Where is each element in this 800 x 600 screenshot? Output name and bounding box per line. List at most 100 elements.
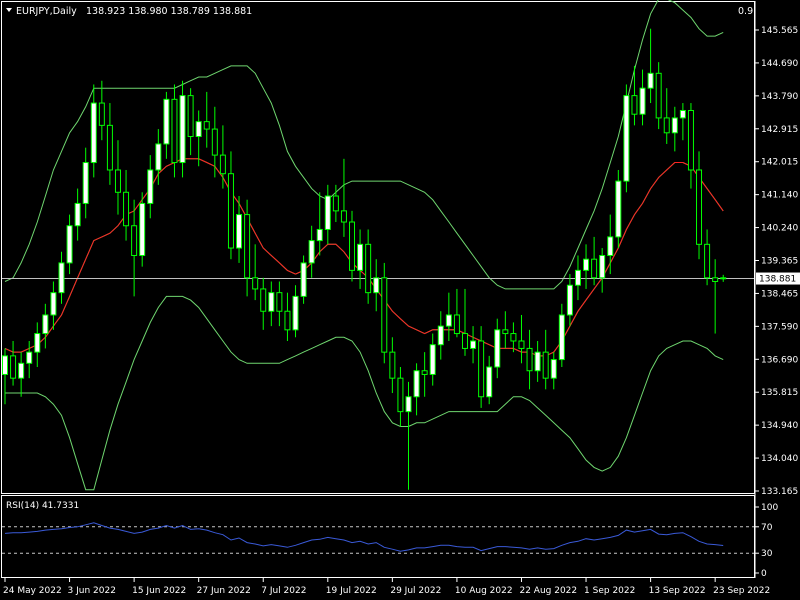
candle-body	[34, 333, 41, 353]
candle-body	[349, 221, 356, 271]
candle-body	[470, 340, 477, 349]
candle	[623, 84, 630, 193]
candle	[308, 225, 315, 278]
candle-body	[66, 225, 73, 264]
price-tick-label: 142.015	[761, 158, 798, 168]
time-tick-label: 27 Jun 2022	[197, 586, 251, 596]
candle	[550, 352, 557, 390]
candle-body	[82, 162, 89, 204]
candle	[74, 188, 81, 241]
candle-body	[486, 366, 493, 398]
candle	[18, 352, 25, 397]
candle-body	[163, 98, 170, 145]
candle	[453, 288, 460, 338]
candle-body	[268, 292, 275, 312]
candle	[405, 381, 412, 490]
candle	[106, 103, 113, 185]
candle	[252, 244, 259, 301]
price-tick-label: 141.140	[761, 191, 798, 201]
candle	[647, 28, 654, 104]
candle	[558, 303, 565, 368]
candle	[518, 314, 525, 364]
candle	[187, 88, 194, 156]
candle	[50, 281, 57, 330]
candle-body	[357, 243, 364, 271]
rsi-panel-frame	[1, 495, 755, 578]
candle-body	[98, 102, 105, 126]
candle	[389, 337, 396, 394]
candle	[268, 281, 275, 327]
candle	[340, 158, 347, 237]
candle-body	[114, 169, 121, 193]
dropdown-triangle-icon[interactable]	[6, 8, 12, 12]
candle	[131, 199, 138, 297]
candle-body	[147, 169, 154, 204]
candle-body	[518, 340, 525, 349]
candle	[349, 210, 356, 282]
candle-body	[340, 210, 347, 223]
candle-body	[171, 98, 178, 164]
candle-body	[106, 124, 113, 171]
candle	[82, 147, 89, 219]
corner-value: 0.9	[738, 6, 753, 17]
time-tick-label: 23 Sep 2022	[713, 586, 770, 596]
time-tick-label: 3 Jun 2022	[68, 586, 116, 596]
candle-body	[655, 72, 662, 119]
candle-body	[437, 325, 444, 346]
candle-body	[276, 292, 283, 312]
candle-body	[26, 351, 33, 364]
price-tick-label: 134.040	[761, 454, 798, 464]
candle	[324, 184, 331, 245]
candle	[292, 285, 299, 338]
price-tick-label: 143.790	[761, 92, 798, 102]
time-tick-label: 29 Jul 2022	[390, 586, 441, 596]
candle	[413, 363, 420, 416]
candle	[381, 262, 388, 364]
candle	[712, 259, 719, 334]
candle	[574, 255, 581, 301]
price-tick-label: 134.940	[761, 421, 798, 431]
candle	[445, 292, 452, 341]
main-panel-frame	[1, 1, 755, 494]
candle	[696, 151, 703, 260]
candle	[687, 103, 694, 189]
symbol-label: EURJPY,Daily	[16, 6, 77, 17]
candle-body	[244, 214, 251, 279]
candle-body	[74, 202, 81, 227]
candle-body	[663, 117, 670, 134]
time-tick-label: 15 Jun 2022	[132, 586, 186, 596]
candle	[357, 229, 364, 289]
candle-body	[123, 191, 130, 227]
candle	[397, 367, 404, 427]
eurjpy-chart[interactable]: EURJPY,Daily 138.923 138.980 138.789 138…	[0, 0, 800, 600]
candle	[437, 311, 444, 360]
candle	[195, 110, 202, 167]
candle-body	[453, 314, 460, 335]
candle-body	[42, 314, 49, 335]
candle-body	[90, 102, 97, 164]
candle-body	[316, 228, 323, 242]
price-tick-label: 144.690	[761, 59, 798, 69]
candle	[139, 192, 146, 267]
candle	[679, 103, 686, 141]
candle-body	[631, 95, 638, 115]
candle	[421, 352, 428, 397]
candle-body	[679, 109, 686, 119]
candle-body	[704, 243, 711, 279]
candle-body	[421, 370, 428, 375]
candle-body	[623, 95, 630, 182]
candle-body	[187, 95, 194, 138]
candle	[671, 106, 678, 152]
time-tick-label: 1 Sep 2022	[584, 586, 635, 596]
price-tick-label: 142.915	[761, 125, 798, 135]
price-tick-label: 136.690	[761, 355, 798, 365]
time-axis: 24 May 2022 3 Jun 2022 15 Jun 2022 27 Jun 2…	[3, 578, 770, 596]
candle	[720, 274, 727, 282]
time-tick-label: 24 May 2022	[3, 586, 62, 596]
candle	[704, 229, 711, 286]
candle	[655, 62, 662, 130]
price-tick-label: 135.815	[761, 388, 798, 398]
candle	[244, 199, 251, 297]
candle	[502, 311, 509, 349]
candle-body	[324, 195, 331, 230]
